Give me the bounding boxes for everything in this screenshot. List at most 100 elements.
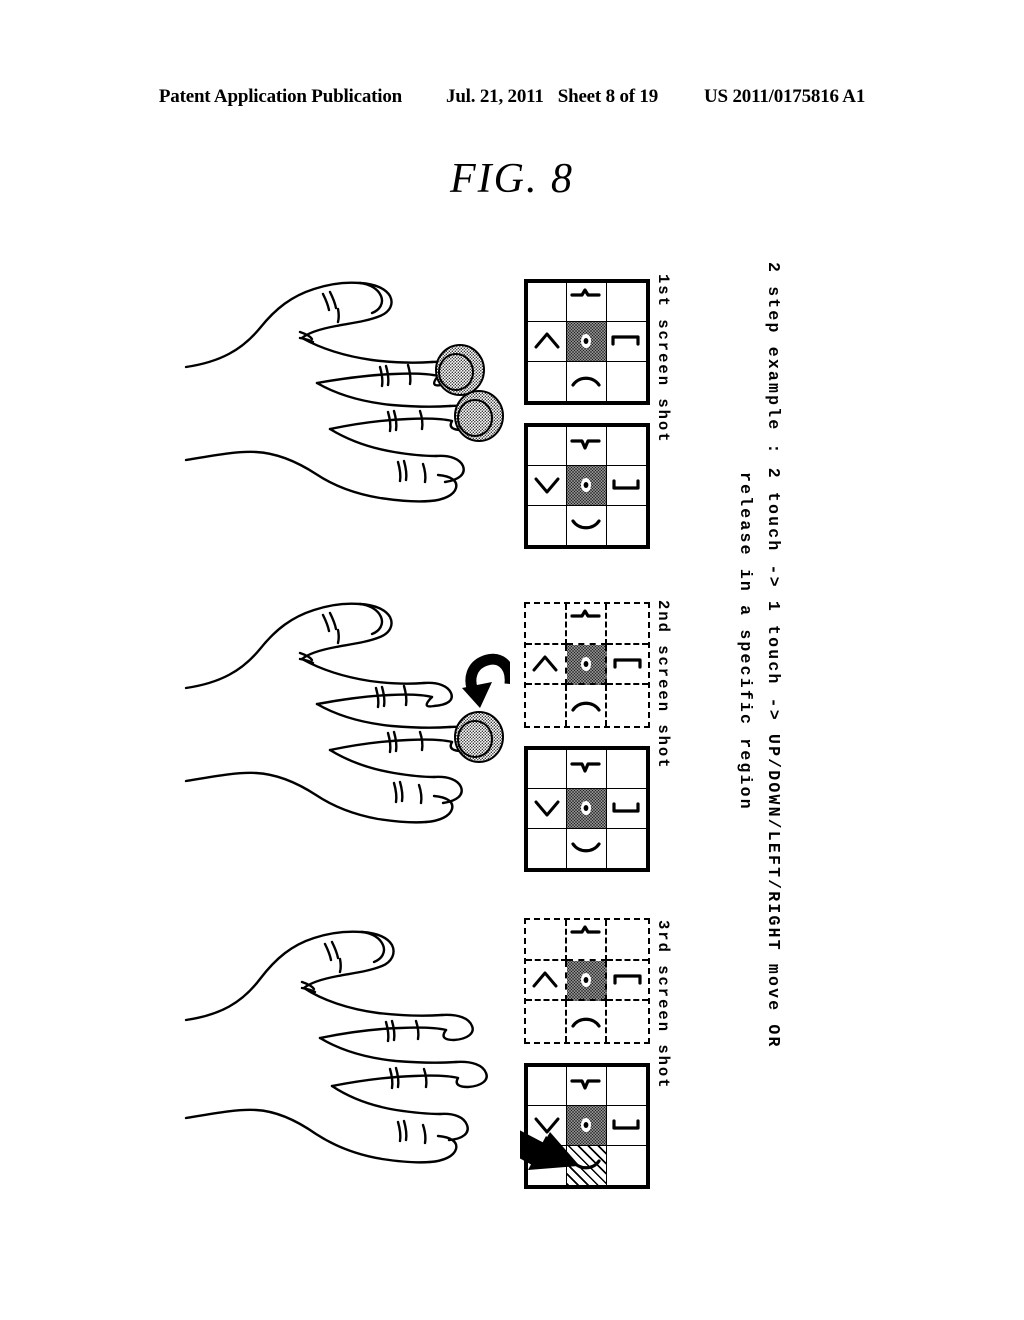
chevron-up-icon <box>532 655 558 672</box>
arc-down-icon <box>571 376 602 387</box>
screen-grid-lower-1[interactable] <box>524 423 650 549</box>
grid-cell-middle-right[interactable] <box>606 322 646 362</box>
bracket-up-icon <box>570 288 602 297</box>
screen-grid-lower-3[interactable] <box>524 1063 650 1189</box>
bracket-left-icon <box>612 1119 640 1131</box>
hand-back-view-drawing <box>184 602 482 824</box>
chevron-down-icon <box>534 1117 560 1134</box>
arc-up-icon <box>571 842 602 853</box>
grid-cell-middle-center-active[interactable] <box>567 466 607 506</box>
dot-cursor-icon <box>581 1118 592 1133</box>
grid-cell-bottom-right[interactable] <box>607 1146 646 1185</box>
arc-down-icon <box>571 1017 601 1028</box>
grid-cell-top-right[interactable] <box>606 750 646 790</box>
grid-cell-middle-right[interactable] <box>606 789 646 829</box>
grid-cell-bottom-left[interactable] <box>526 1001 567 1042</box>
grid-cell-middle-center-active[interactable] <box>566 644 608 686</box>
grid-cell-bottom-center[interactable] <box>567 1001 608 1042</box>
grid-cell-top-center[interactable] <box>567 283 607 323</box>
grid-cell-middle-left[interactable] <box>528 789 568 829</box>
grid-cell-top-center[interactable] <box>567 1067 607 1107</box>
grid-cell-middle-center-active[interactable] <box>567 789 607 829</box>
screen-grid-upper-2[interactable] <box>524 602 650 728</box>
grid-cell-bottom-center[interactable] <box>567 828 607 868</box>
figure-caption-line-2: release in a specific region <box>736 472 755 811</box>
panel-2nd-screen-shot: 2nd screen shot <box>180 588 680 898</box>
screen-shot-label-2: 2nd screen shot <box>654 600 672 770</box>
grid-cell-middle-center-active[interactable] <box>566 960 608 1002</box>
grid-cell-bottom-right[interactable] <box>607 506 646 545</box>
grid-cell-middle-right[interactable] <box>606 466 646 506</box>
grid-cell-bottom-right[interactable] <box>607 685 648 726</box>
grid-cell-middle-center-active[interactable] <box>567 1106 607 1146</box>
screen-grid-upper-3[interactable] <box>524 918 650 1044</box>
grid-cell-bottom-center[interactable] <box>567 685 608 726</box>
grid-cell-middle-right[interactable] <box>607 645 648 686</box>
hand-illustration-2 <box>180 588 510 888</box>
bracket-right-icon <box>613 658 642 669</box>
screen-shots-1: 1st screen shot <box>520 262 672 562</box>
grid-cell-bottom-left[interactable] <box>528 505 568 545</box>
grid-cell-bottom-left[interactable] <box>528 361 568 401</box>
grid-cell-middle-left[interactable] <box>528 1106 568 1146</box>
grid-cell-top-center[interactable] <box>566 920 608 961</box>
grid-cell-middle-left[interactable] <box>528 466 568 506</box>
grid-cell-top-right[interactable] <box>607 920 648 961</box>
grid-cell-top-center[interactable] <box>566 604 608 645</box>
grid-cell-bottom-center[interactable] <box>567 505 607 545</box>
grid-cell-bottom-left[interactable] <box>528 1145 568 1185</box>
dot-cursor-icon <box>581 801 592 816</box>
grid-cell-bottom-right[interactable] <box>607 1001 648 1042</box>
dot-cursor-icon <box>580 972 591 987</box>
grid-cell-bottom-center-release-region[interactable] <box>567 1145 607 1185</box>
screen-shots-3: 3rd screen shot <box>520 908 672 1208</box>
chevron-down-icon <box>534 477 560 494</box>
screen-grid-lower-2[interactable] <box>524 746 650 872</box>
chevron-down-icon <box>534 800 560 817</box>
figure-body: 2 step example : 2 touch -> 1 touch -> U… <box>0 0 1024 1320</box>
panel-3rd-screen-shot: 3rd screen shot <box>180 908 680 1218</box>
grid-cell-top-left[interactable] <box>526 604 567 645</box>
screen-grid-upper-1[interactable] <box>524 279 650 405</box>
grid-cell-bottom-right[interactable] <box>607 362 646 401</box>
bracket-up-icon <box>570 925 601 934</box>
hand-back-view-drawing <box>184 930 488 1164</box>
arc-up-icon <box>571 519 602 530</box>
grid-cell-top-left[interactable] <box>528 427 568 467</box>
grid-cell-top-right[interactable] <box>607 604 648 645</box>
grid-cell-top-left[interactable] <box>528 1067 568 1107</box>
grid-cell-top-center[interactable] <box>567 427 607 467</box>
bracket-down-icon <box>570 439 602 450</box>
grid-cell-middle-center-active[interactable] <box>567 322 607 362</box>
grid-cell-bottom-center[interactable] <box>567 361 607 401</box>
grid-cell-top-center[interactable] <box>567 750 607 790</box>
grid-cell-top-right[interactable] <box>606 427 646 467</box>
hand-illustration-1 <box>180 262 510 562</box>
bracket-down-icon <box>570 1079 602 1090</box>
grid-cell-top-left[interactable] <box>526 920 567 961</box>
bracket-left-icon <box>612 479 640 491</box>
figure-caption-line-1: 2 step example : 2 touch -> 1 touch -> U… <box>764 262 783 1049</box>
grid-cell-bottom-left[interactable] <box>526 685 567 726</box>
arc-up-icon <box>571 1159 602 1170</box>
grid-cell-middle-right[interactable] <box>607 961 648 1002</box>
bracket-up-icon <box>570 609 601 618</box>
hand-illustration-3 <box>180 908 510 1208</box>
grid-cell-top-right[interactable] <box>606 283 646 323</box>
grid-cell-bottom-left[interactable] <box>528 828 568 868</box>
screen-shots-2: 2nd screen shot <box>520 588 672 888</box>
hand-back-view-drawing <box>184 281 482 503</box>
grid-cell-top-left[interactable] <box>528 750 568 790</box>
grid-cell-top-right[interactable] <box>606 1067 646 1107</box>
dot-cursor-icon <box>581 478 592 493</box>
grid-cell-middle-left[interactable] <box>526 644 567 686</box>
chevron-up-icon <box>532 971 558 988</box>
grid-cell-bottom-right[interactable] <box>607 829 646 868</box>
grid-cell-middle-right[interactable] <box>606 1106 646 1146</box>
grid-cell-middle-left[interactable] <box>526 960 567 1002</box>
panel-1st-screen-shot: 1st screen shot <box>180 262 680 572</box>
dot-cursor-icon <box>581 334 592 349</box>
dot-cursor-icon <box>580 656 591 671</box>
grid-cell-middle-left[interactable] <box>528 322 568 362</box>
grid-cell-top-left[interactable] <box>528 283 568 323</box>
